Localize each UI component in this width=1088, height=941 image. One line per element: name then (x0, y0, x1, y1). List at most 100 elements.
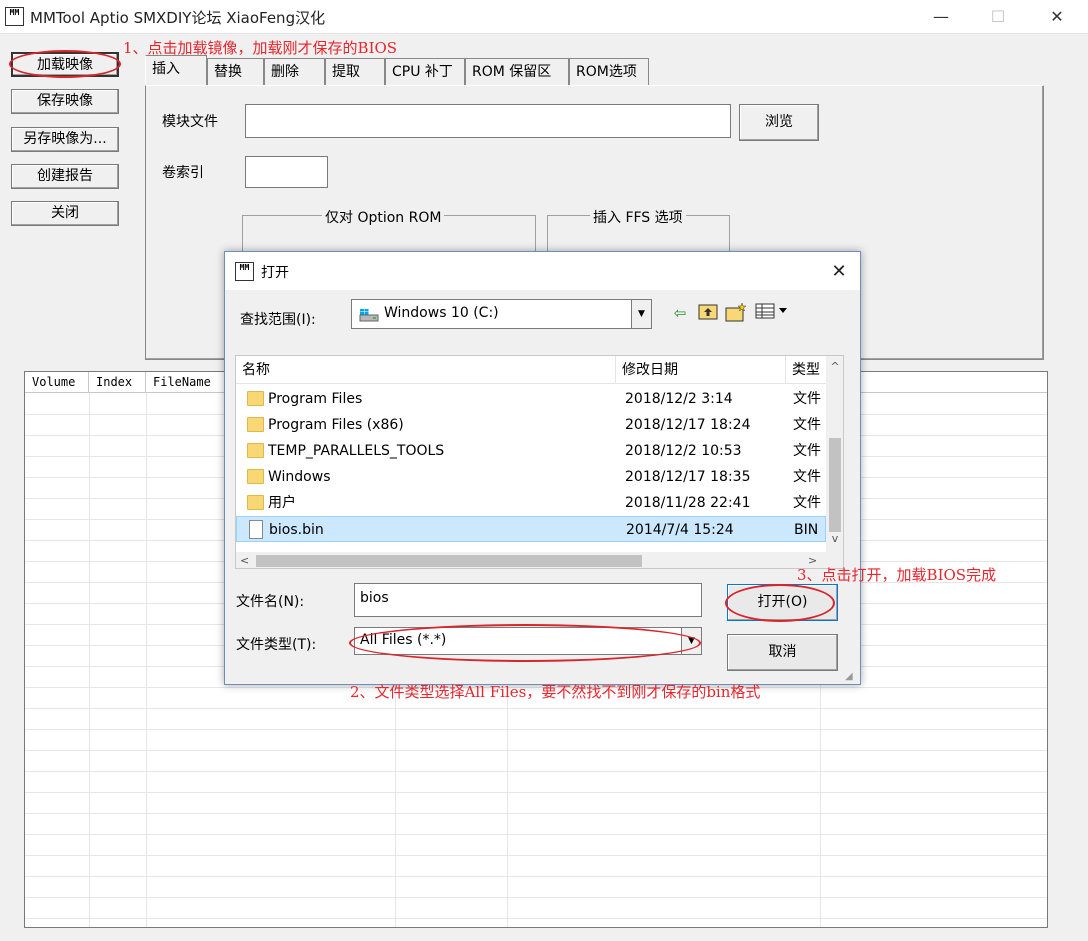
folder-row[interactable]: Program Files (x86) 2018/12/17 18:24 文件 (236, 412, 826, 438)
annotation-step-3: 3、点击打开，加载BIOS完成 (797, 566, 997, 584)
tab-cpu-patch[interactable]: CPU 补丁 (385, 58, 465, 86)
maximize-button[interactable]: ☐ (975, 0, 1021, 34)
filetype-label: 文件类型(T): (236, 637, 317, 653)
grid-line (25, 708, 1047, 709)
filename-input[interactable]: bios (354, 583, 702, 617)
file-name: TEMP_PARALLELS_TOOLS (268, 443, 445, 459)
new-folder-icon[interactable] (725, 302, 747, 324)
file-name: 用户 (268, 495, 296, 511)
chevron-down-icon[interactable]: ▼ (631, 300, 651, 328)
file-type: BIN (794, 522, 819, 538)
grid-line (25, 876, 1047, 877)
module-file-input[interactable] (245, 104, 731, 138)
filename-label: 文件名(N): (236, 594, 305, 610)
horizontal-scrollbar[interactable]: < > (236, 552, 826, 568)
cancel-button[interactable]: 取消 (727, 634, 838, 671)
grid-line (25, 918, 1047, 919)
file-list[interactable]: ^ 名称 修改日期 类型 Program Files 2018/12/2 3:14… (235, 355, 844, 569)
annotation-step-2: 2、文件类型选择All Files，要不然找不到刚才保存的bin格式 (350, 683, 761, 701)
folder-icon (247, 443, 264, 458)
vertical-scrollbar[interactable]: ^ v (826, 356, 843, 568)
file-row[interactable]: bios.bin 2014/7/4 15:24 BIN (236, 516, 826, 542)
browse-button[interactable]: 浏览 (739, 104, 819, 141)
grid-line (25, 813, 1047, 814)
tab-replace[interactable]: 替换 (207, 58, 264, 86)
tab-delete[interactable]: 删除 (264, 58, 325, 86)
file-type: 文件 (793, 443, 821, 459)
resize-grip-icon[interactable]: ◢ (845, 670, 859, 684)
tab-extract[interactable]: 提取 (325, 58, 385, 86)
chevron-down-icon[interactable]: ▼ (681, 628, 701, 654)
column-volume[interactable]: Volume (25, 372, 89, 393)
look-in-select[interactable]: Windows 10 (C:) ▼ (351, 299, 652, 329)
drive-icon (359, 309, 379, 322)
grid-line (89, 393, 90, 927)
minimize-button[interactable]: — (918, 0, 964, 34)
ffs-options-group-label: 插入 FFS 选项 (590, 207, 686, 227)
view-menu-icon[interactable] (755, 302, 791, 324)
column-date-modified[interactable]: 修改日期 (616, 356, 786, 384)
file-name: bios.bin (269, 522, 324, 538)
option-rom-group-label: 仅对 Option ROM (322, 207, 445, 227)
column-index[interactable]: Index (89, 372, 146, 393)
grid-line (25, 771, 1047, 772)
scroll-left-icon[interactable]: < (240, 552, 249, 568)
folder-row[interactable]: 用户 2018/11/28 22:41 文件 (236, 490, 826, 516)
folder-row[interactable]: Program Files 2018/12/2 3:14 文件 (236, 386, 826, 412)
grid-line (146, 393, 147, 927)
app-icon: MM (5, 7, 24, 26)
folder-icon (247, 417, 264, 432)
file-date: 2018/12/17 18:24 (625, 417, 751, 433)
volume-index-input[interactable] (245, 156, 328, 188)
grid-line (25, 792, 1047, 793)
title-bar: MM MMTool Aptio SMXDIY论坛 XiaoFeng汉化 — ☐ … (0, 0, 1088, 34)
tab-rom-hole[interactable]: ROM 保留区 (465, 58, 569, 86)
save-image-as-button[interactable]: 另存映像为... (11, 127, 119, 152)
file-date: 2018/12/2 3:14 (625, 391, 733, 407)
dialog-title-bar: MM 打开 ✕ (225, 252, 860, 290)
up-folder-icon[interactable] (697, 302, 719, 324)
folder-icon (247, 469, 264, 484)
folder-row[interactable]: Windows 2018/12/17 18:35 文件 (236, 464, 826, 490)
dialog-title: 打开 (261, 265, 289, 281)
volume-index-label: 卷索引 (162, 165, 204, 181)
grid-line (25, 855, 1047, 856)
scroll-up-icon[interactable]: ^ (826, 360, 843, 373)
folder-row[interactable]: TEMP_PARALLELS_TOOLS 2018/12/2 10:53 文件 (236, 438, 826, 464)
hscroll-thumb[interactable] (256, 555, 642, 567)
file-date: 2018/12/17 18:35 (625, 469, 751, 485)
file-type: 文件 (793, 391, 821, 407)
file-date: 2018/12/2 10:53 (625, 443, 742, 459)
grid-line (25, 750, 1047, 751)
file-list-header: ^ 名称 修改日期 类型 (236, 356, 826, 384)
dialog-app-icon: MM (235, 262, 254, 281)
file-date: 2014/7/4 15:24 (626, 522, 734, 538)
scroll-thumb[interactable] (829, 438, 841, 532)
file-type: 文件 (793, 469, 821, 485)
tab-rom-options[interactable]: ROM选项 (569, 58, 649, 86)
scroll-down-icon[interactable]: v (826, 532, 843, 545)
file-date: 2018/11/28 22:41 (625, 495, 751, 511)
back-arrow-icon[interactable]: ⇦ (669, 302, 691, 324)
dialog-close-icon[interactable]: ✕ (825, 258, 853, 286)
column-name[interactable]: 名称 (236, 356, 616, 384)
close-button[interactable]: 关闭 (11, 201, 119, 226)
grid-line (25, 834, 1047, 835)
column-type[interactable]: 类型 (786, 356, 826, 384)
filetype-select[interactable]: All Files (*.*) ▼ (354, 627, 702, 655)
create-report-button[interactable]: 创建报告 (11, 164, 119, 189)
annotation-step-1: 1、点击加载镜像，加载刚才保存的BIOS (123, 39, 398, 57)
tab-insert[interactable]: 插入 (145, 55, 207, 86)
load-image-button[interactable]: 加载映像 (11, 52, 119, 77)
folder-icon (247, 495, 264, 510)
file-name: Program Files (x86) (268, 417, 404, 433)
look-in-value: Windows 10 (C:) (384, 305, 499, 321)
open-button[interactable]: 打开(O) (727, 584, 838, 621)
file-type: 文件 (793, 495, 821, 511)
filetype-value: All Files (*.*) (360, 632, 447, 648)
save-image-button[interactable]: 保存映像 (11, 89, 119, 114)
window-title: MMTool Aptio SMXDIY论坛 XiaoFeng汉化 (30, 9, 326, 27)
module-file-label: 模块文件 (162, 114, 218, 130)
close-window-button[interactable]: ✕ (1034, 0, 1080, 34)
look-in-label: 查找范围(I): (240, 312, 316, 328)
